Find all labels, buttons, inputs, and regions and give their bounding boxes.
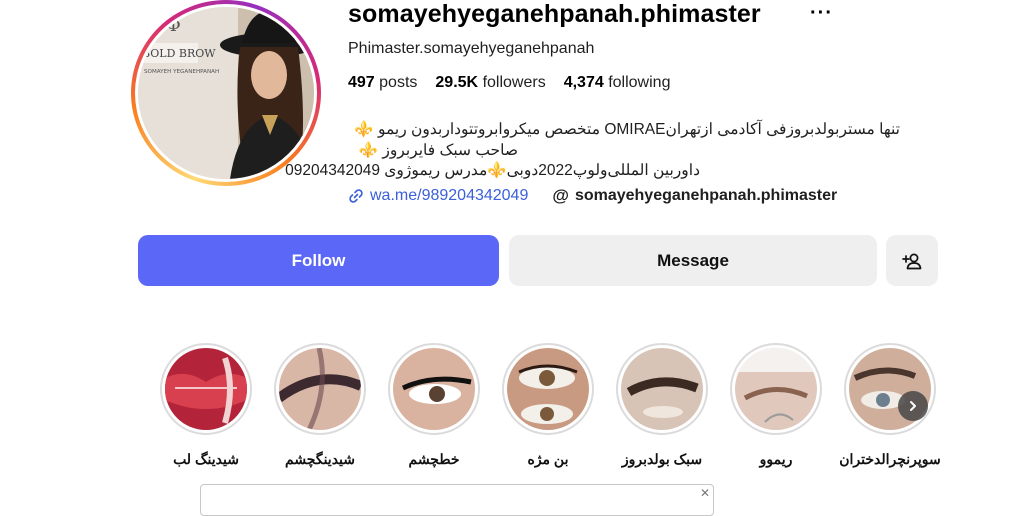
avatar-frame: Φ BOLD BROW SOMAYEH YEGANEHPANAH	[135, 4, 317, 182]
lash-line-photo	[507, 348, 589, 430]
highlight-ring	[844, 343, 936, 435]
bio-line-1: تنها مستربولدبروزفی آکادمی ازتهرانOMIRAE…	[354, 121, 900, 138]
followers-stat[interactable]: 29.5K followers	[435, 74, 545, 92]
threads-icon: @	[552, 186, 569, 205]
profile-stats: 497 posts 29.5K followers 4,374 followin…	[348, 74, 670, 92]
following-stat[interactable]: 4,374 following	[564, 74, 671, 92]
bold-brows-photo	[621, 348, 703, 430]
lip-shading-photo	[165, 348, 247, 430]
profile-display-name: Phimaster.somayehyeganehpanah	[348, 40, 595, 57]
fleur-icon: ⚜️	[354, 121, 374, 138]
highlight-label: شیدینگچشم	[285, 451, 355, 467]
more-options-icon[interactable]: ···	[810, 2, 833, 25]
highlight-ring	[388, 343, 480, 435]
highlight-label: سبک بولدبروز	[621, 451, 703, 467]
highlight-ring	[616, 343, 708, 435]
profile-links: wa.me/989204342049 @ somayehyeganehpanah…	[348, 186, 837, 206]
removal-photo	[735, 348, 817, 430]
close-icon[interactable]: ✕	[700, 486, 710, 500]
story-highlight[interactable]: شیدینگ لب	[148, 343, 264, 468]
story-highlight[interactable]: سبک بولدبروز	[604, 343, 720, 468]
posts-stat[interactable]: 497 posts	[348, 74, 417, 92]
highlights-next-button[interactable]	[898, 391, 928, 421]
login-popup-edge	[200, 484, 714, 516]
threads-link[interactable]: @ somayehyeganehpanah.phimaster	[552, 186, 837, 206]
fleur-icon: ⚜️	[487, 162, 507, 179]
highlight-ring	[502, 343, 594, 435]
bio-line-2: صاحب سبک فایربروز ⚜️	[358, 142, 518, 159]
link-icon	[349, 189, 363, 203]
profile-avatar-ring[interactable]: Φ BOLD BROW SOMAYEH YEGANEHPANAH	[131, 0, 321, 186]
message-button[interactable]: Message	[509, 235, 877, 286]
website-link[interactable]: wa.me/989204342049	[348, 187, 528, 205]
highlight-ring	[730, 343, 822, 435]
avatar-photo-image: Φ BOLD BROW SOMAYEH YEGANEHPANAH	[138, 7, 314, 179]
svg-text:Φ: Φ	[166, 15, 181, 36]
fleur-icon: ⚜️	[358, 142, 379, 159]
chevron-right-icon	[910, 401, 916, 411]
highlight-label: ریموو	[759, 451, 793, 467]
story-highlight[interactable]: خطچشم	[376, 343, 492, 468]
highlight-label: بن مژه	[527, 451, 569, 467]
bio-line-3: داوربین المللی‌ولوپ2022دوبی⚜️مدرس ریموژو…	[285, 162, 700, 179]
eyeliner-photo	[393, 348, 475, 430]
story-highlight[interactable]: سوپرنچرالدختران	[832, 343, 948, 468]
highlight-ring	[274, 343, 366, 435]
suggest-people-button[interactable]	[886, 235, 938, 286]
story-highlight[interactable]: ریموو	[718, 343, 834, 468]
svg-text:BOLD BROW: BOLD BROW	[142, 47, 216, 60]
add-user-icon	[902, 253, 922, 269]
highlight-label: شیدینگ لب	[173, 451, 239, 467]
profile-username: somayehyeganehpanah.phimaster	[348, 0, 761, 28]
eye-shading-photo	[279, 348, 361, 430]
highlight-label: خطچشم	[408, 451, 460, 467]
avatar[interactable]: Φ BOLD BROW SOMAYEH YEGANEHPANAH	[138, 7, 314, 179]
story-highlight[interactable]: شیدینگچشم	[262, 343, 378, 468]
story-highlight[interactable]: بن مژه	[490, 343, 606, 468]
highlight-ring	[160, 343, 252, 435]
follow-button[interactable]: Follow	[138, 235, 499, 286]
svg-text:SOMAYEH YEGANEHPANAH: SOMAYEH YEGANEHPANAH	[144, 69, 219, 75]
highlight-label: سوپرنچرالدختران	[839, 451, 941, 467]
